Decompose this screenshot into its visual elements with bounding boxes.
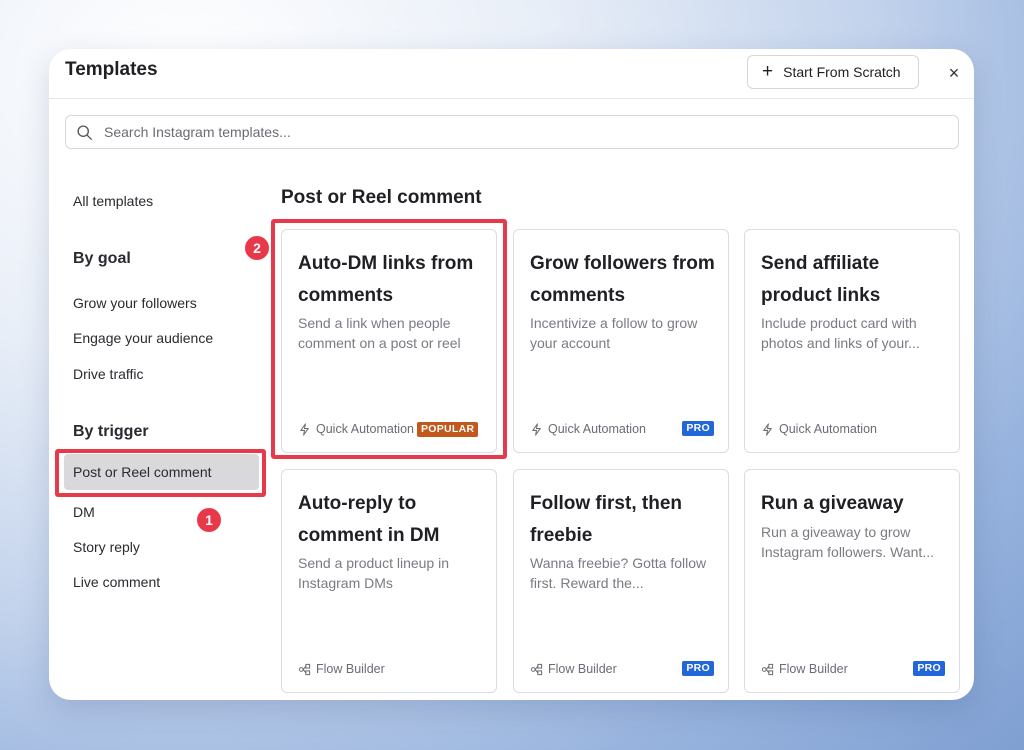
card-description: Send a product lineup in Instagram DMs [298, 555, 449, 591]
sidebar-item-live-comment[interactable]: Live comment [73, 574, 160, 590]
highlight-box-step-2 [271, 219, 507, 459]
sidebar-heading-by-goal: By goal [73, 250, 131, 267]
sidebar-item-grow-followers[interactable]: Grow your followers [73, 295, 197, 311]
search-bar[interactable] [65, 115, 959, 149]
search-input[interactable] [102, 123, 946, 141]
modal-title: Templates [65, 59, 158, 80]
card-footer: Flow Builder PRO [530, 660, 714, 678]
card-type-label: Quick Automation [548, 422, 646, 436]
pro-badge: PRO [913, 661, 945, 676]
templates-modal: Templates + Start From Scratch × All tem… [49, 49, 974, 700]
sidebar-item-all-templates[interactable]: All templates [73, 193, 153, 209]
template-card-grow-followers[interactable]: Grow followers from comments Incentivize… [513, 229, 729, 453]
start-from-scratch-button[interactable]: + Start From Scratch [747, 55, 919, 89]
card-title: Follow first, then freebie [530, 493, 682, 546]
card-description: Incentivize a follow to grow your accoun… [530, 315, 698, 351]
modal-header: Templates + Start From Scratch × [49, 49, 974, 99]
template-card-follow-first-freebie[interactable]: Follow first, then freebie Wanna freebie… [513, 469, 729, 693]
card-description: Wanna freebie? Gotta follow first. Rewar… [530, 555, 707, 591]
card-type-label: Flow Builder [548, 662, 617, 676]
start-from-scratch-label: Start From Scratch [783, 64, 901, 80]
card-title: Auto-reply to comment in DM [298, 493, 440, 546]
lightning-icon [532, 422, 541, 436]
sidebar-item-dm[interactable]: DM [73, 504, 95, 520]
sidebar-item-drive-traffic[interactable]: Drive traffic [73, 366, 144, 382]
pro-badge: PRO [682, 661, 714, 676]
card-footer: Quick Automation PRO [530, 420, 714, 438]
flow-icon [298, 663, 311, 675]
template-card-run-giveaway[interactable]: Run a giveaway Run a giveaway to grow In… [744, 469, 960, 693]
close-icon[interactable]: × [943, 62, 965, 84]
flow-icon [530, 663, 543, 675]
sidebar-item-engage-audience[interactable]: Engage your audience [73, 330, 213, 346]
section-title: Post or Reel comment [281, 187, 482, 208]
sidebar-heading-by-trigger: By trigger [73, 423, 149, 440]
step-2-badge: 2 [245, 236, 269, 260]
step-1-badge: 1 [197, 508, 221, 532]
card-description: Include product card with photos and lin… [761, 315, 920, 351]
card-footer: Flow Builder [298, 660, 482, 678]
sidebar-item-story-reply[interactable]: Story reply [73, 539, 140, 555]
card-type-label: Flow Builder [779, 662, 848, 676]
card-title: Grow followers from comments [530, 253, 715, 306]
flow-icon [761, 663, 774, 675]
template-card-send-affiliate-links[interactable]: Send affiliate product links Include pro… [744, 229, 960, 453]
card-footer: Flow Builder PRO [761, 660, 945, 678]
template-card-auto-reply-dm[interactable]: Auto-reply to comment in DM Send a produ… [281, 469, 497, 693]
card-footer: Quick Automation [761, 420, 945, 438]
card-title: Send affiliate product links [761, 253, 881, 306]
pro-badge: PRO [682, 421, 714, 436]
card-type-label: Quick Automation [779, 422, 877, 436]
card-description: Run a giveaway to grow Instagram followe… [761, 524, 934, 560]
card-title: Run a giveaway [761, 493, 904, 514]
plus-icon: + [762, 60, 774, 82]
highlight-box-step-1 [55, 449, 266, 497]
lightning-icon [763, 422, 772, 436]
search-icon [77, 124, 92, 140]
card-type-label: Flow Builder [316, 662, 385, 676]
